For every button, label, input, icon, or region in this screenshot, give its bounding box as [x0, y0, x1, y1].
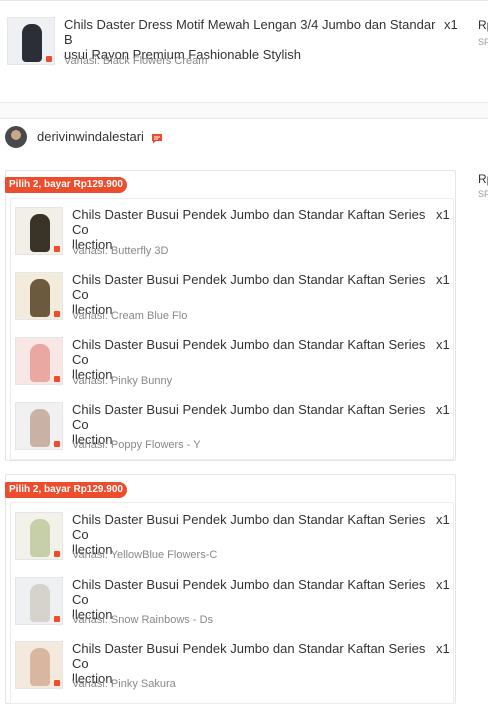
product-image[interactable] — [15, 207, 63, 255]
section-gap — [0, 103, 488, 118]
shop-avatar[interactable] — [5, 126, 27, 148]
product-quantity: x1 — [436, 337, 450, 352]
product-variant: Variasi: Pinky Bunny — [72, 375, 173, 387]
price-cut: Rp — [478, 18, 488, 32]
product-image[interactable] — [15, 512, 63, 560]
product-variant: Variasi: YellowBlue Flowers-C — [72, 549, 218, 561]
product-variant: Variasi: Pinky Sakura — [72, 678, 176, 690]
product-quantity: x1 — [436, 641, 450, 656]
product-image[interactable] — [15, 641, 63, 689]
price-cut: Rp — [478, 172, 488, 186]
product-variant: Variasi: Cream Blue Flo — [72, 310, 188, 322]
product-quantity: x1 — [436, 272, 450, 287]
product-variant: Variasi: Poppy Flowers - Y — [72, 439, 201, 451]
product-image[interactable] — [15, 272, 63, 320]
product-quantity: x1 — [436, 207, 450, 222]
bundle-promo-tag: Pilih 2, bayar Rp129.900 — [5, 177, 127, 193]
shop-name[interactable]: derivinwindalestari — [37, 129, 144, 144]
top-divider — [0, 0, 488, 1]
bundle-promo-tag: Pilih 2, bayar Rp129.900 — [5, 482, 127, 498]
product-variant: Variasi: Butterfly 3D — [72, 245, 169, 257]
product-variant: Variasi: Snow Rainbows - Ds — [72, 614, 214, 626]
product-quantity: x1 — [436, 512, 450, 527]
product-variant: Variasi: Black Flowers Cream — [64, 55, 208, 67]
chat-icon[interactable] — [151, 131, 163, 144]
subtotal-cut: SP — [478, 189, 488, 199]
product-quantity: x1 — [444, 17, 458, 32]
product-quantity: x1 — [436, 402, 450, 417]
product-image[interactable] — [15, 337, 63, 385]
product-quantity: x1 — [436, 577, 450, 592]
section-divider — [0, 118, 488, 119]
subtotal-cut: SP — [478, 37, 488, 47]
product-image[interactable] — [7, 17, 55, 65]
product-image[interactable] — [15, 402, 63, 450]
product-image[interactable] — [15, 577, 63, 625]
